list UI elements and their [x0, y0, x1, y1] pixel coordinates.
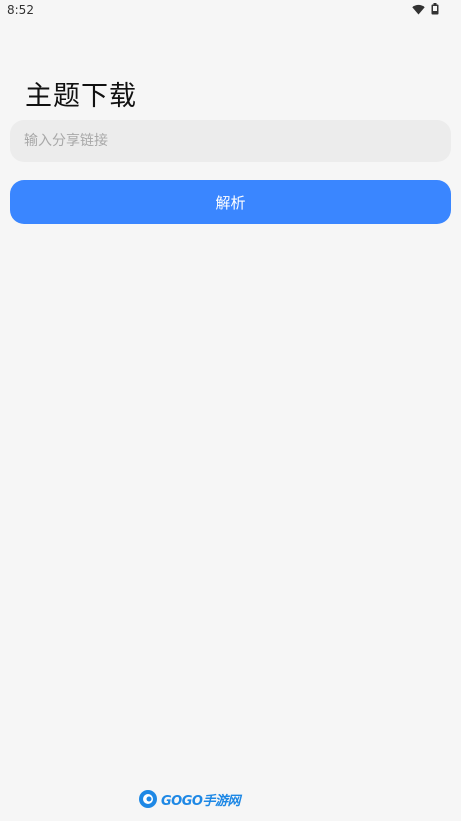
- gogo-logo-icon: [139, 790, 157, 808]
- status-time: 8:52: [7, 3, 34, 17]
- battery-icon: [431, 3, 439, 15]
- share-link-input[interactable]: [10, 120, 451, 162]
- status-icons: [412, 3, 439, 15]
- wifi-icon: [412, 4, 425, 14]
- watermark: GOGO手游网: [138, 789, 240, 809]
- app-screen: 8:52 主题下载 解析 GOGO手游网: [0, 0, 461, 821]
- page-title: 主题下载: [25, 81, 137, 112]
- status-bar: 8:52: [0, 0, 461, 22]
- watermark-text: GOGO手游网: [161, 793, 240, 809]
- parse-button[interactable]: 解析: [10, 180, 451, 224]
- parse-button-label: 解析: [215, 193, 246, 212]
